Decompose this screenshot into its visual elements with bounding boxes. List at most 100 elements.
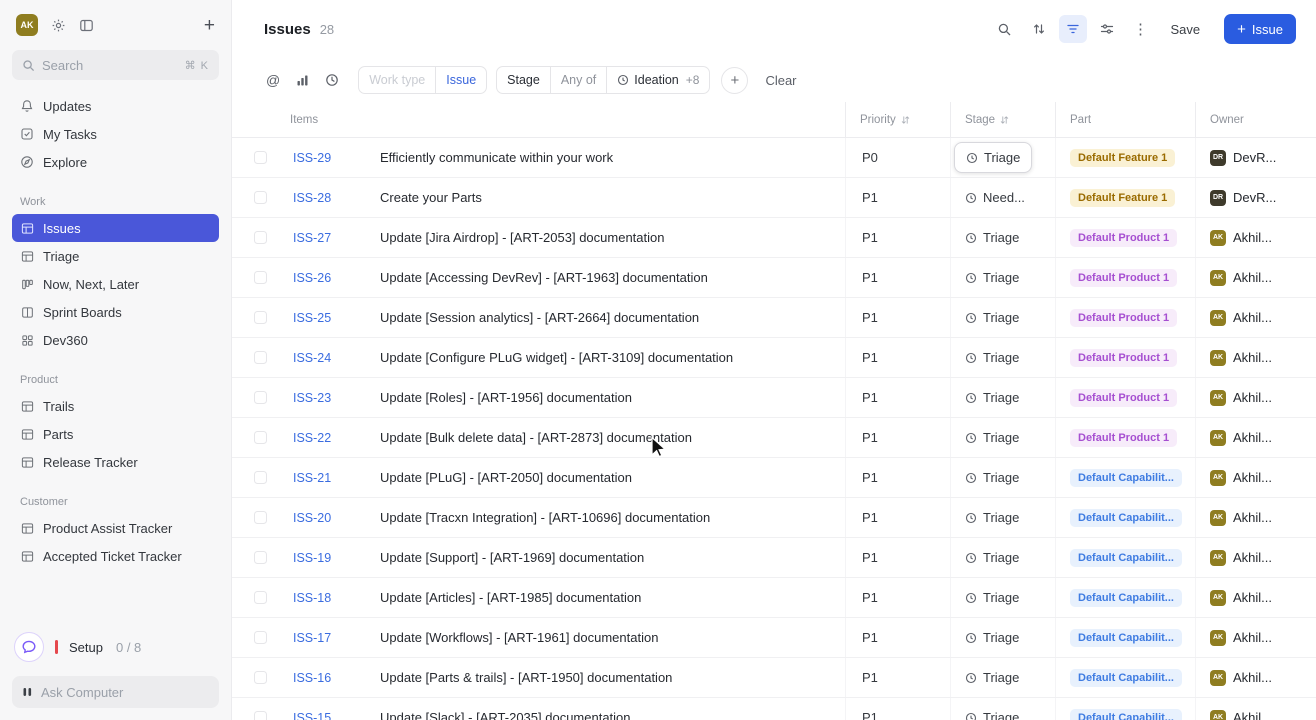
issue-owner[interactable]: AKAkhil... — [1195, 578, 1316, 617]
column-header-owner[interactable]: Owner — [1195, 102, 1316, 137]
issue-owner[interactable]: AKAkhil... — [1195, 258, 1316, 297]
stage-select[interactable]: Triage — [965, 350, 1019, 365]
part-badge[interactable]: Default Capabilit... — [1070, 509, 1182, 527]
issue-id-link[interactable]: ISS-24 — [293, 351, 331, 365]
stage-select[interactable]: Triage — [965, 470, 1019, 485]
chart-filter-icon[interactable] — [296, 74, 309, 87]
issue-priority[interactable]: P1 — [845, 658, 950, 697]
issue-title[interactable]: Update [Support] - [ART-1969] documentat… — [380, 538, 845, 577]
table-row[interactable]: ISS-26 Update [Accessing DevRev] - [ART-1… — [232, 258, 1316, 298]
table-row[interactable]: ISS-15 Update [Slack] - [ART-2035] docume… — [232, 698, 1316, 720]
column-header-priority[interactable]: Priority — [845, 102, 950, 137]
part-badge[interactable]: Default Product 1 — [1070, 309, 1177, 327]
stage-filter-label[interactable]: Stage — [497, 67, 550, 93]
table-row[interactable]: ISS-20Update [Tracxn Integration] - [ART… — [232, 498, 1316, 538]
issue-priority[interactable]: P1 — [845, 218, 950, 257]
issue-id-link[interactable]: ISS-25 — [293, 311, 331, 325]
issue-title[interactable]: Update [Workflows] - [ART-1961] document… — [380, 618, 845, 657]
part-badge[interactable]: Default Feature 1 — [1070, 149, 1175, 167]
part-badge[interactable]: Default Capabilit... — [1070, 709, 1182, 720]
add-filter-button[interactable]: + — [721, 67, 748, 94]
issue-owner[interactable]: DRDevR... — [1195, 178, 1316, 217]
sidebar-item-sprint-boards[interactable]: Sprint Boards — [12, 298, 219, 326]
part-badge[interactable]: Default Feature 1 — [1070, 189, 1175, 207]
issue-title[interactable]: Update [Jira Airdrop] - [ART-2053] docum… — [380, 218, 845, 257]
search-box[interactable]: ⌘ K — [12, 50, 219, 80]
stage-select[interactable]: Triage — [965, 670, 1019, 685]
issue-owner[interactable]: AKAkhil... — [1195, 218, 1316, 257]
issue-title[interactable]: Update [Articles] - [ART-1985] documenta… — [380, 578, 845, 617]
stage-select[interactable]: Triage — [965, 430, 1019, 445]
issue-title[interactable]: Efficiently communicate within your work — [380, 138, 845, 177]
workspace-avatar[interactable]: AK — [16, 14, 38, 36]
issue-id-link[interactable]: ISS-20 — [293, 511, 331, 525]
setup-row[interactable]: Setup 0 / 8 — [12, 626, 219, 676]
more-options-icon[interactable]: ⋮ — [1127, 15, 1155, 43]
stage-select[interactable]: Triage — [965, 510, 1019, 525]
issue-priority[interactable]: P1 — [845, 698, 950, 720]
sidebar-item-trails[interactable]: Trails — [12, 392, 219, 420]
issue-title[interactable]: Create your Parts — [380, 178, 845, 217]
sidebar-item-now-next-later[interactable]: Now, Next, Later — [12, 270, 219, 298]
row-checkbox[interactable] — [254, 311, 267, 324]
issue-priority[interactable]: P1 — [845, 538, 950, 577]
ask-computer-input[interactable] — [41, 685, 209, 700]
help-chat-button[interactable] — [14, 632, 44, 662]
part-badge[interactable]: Default Product 1 — [1070, 429, 1177, 447]
issue-id-link[interactable]: ISS-16 — [293, 671, 331, 685]
stage-select[interactable]: Triage — [965, 390, 1019, 405]
sidebar-item-my-tasks[interactable]: My Tasks — [12, 120, 219, 148]
part-badge[interactable]: Default Product 1 — [1070, 229, 1177, 247]
issue-title[interactable]: Update [Slack] - [ART-2035] documentatio… — [380, 698, 845, 720]
issue-owner[interactable]: AKAkhil... — [1195, 498, 1316, 537]
table-row[interactable]: ISS-27Update [Jira Airdrop] - [ART-2053]… — [232, 218, 1316, 258]
display-settings-icon[interactable] — [1093, 15, 1121, 43]
table-row[interactable]: ISS-24Update [Configure PLuG widget] - [… — [232, 338, 1316, 378]
issue-id-link[interactable]: ISS-26 — [293, 271, 331, 285]
stage-select[interactable]: Triage — [965, 630, 1019, 645]
sidebar-item-updates[interactable]: Updates — [12, 92, 219, 120]
issue-id-link[interactable]: ISS-15 — [293, 711, 331, 720]
mention-filter-icon[interactable]: @ — [266, 72, 280, 88]
sidebar-item-dev360[interactable]: Dev360 — [12, 326, 219, 354]
save-button[interactable]: Save — [1161, 22, 1211, 37]
issue-id-link[interactable]: ISS-17 — [293, 631, 331, 645]
issue-priority[interactable]: P1 — [845, 258, 950, 297]
issue-owner[interactable]: AKAkhil... — [1195, 418, 1316, 457]
table-row[interactable]: ISS-29Efficiently communicate within you… — [232, 138, 1316, 178]
issue-priority[interactable]: P1 — [845, 498, 950, 537]
issue-owner[interactable]: AKAkhil... — [1195, 378, 1316, 417]
stage-select[interactable]: Triage — [965, 270, 1019, 285]
table-row[interactable]: ISS-17 Update [Workflows] - [ART-1961] do… — [232, 618, 1316, 658]
row-checkbox[interactable] — [254, 551, 267, 564]
sidebar-item-accepted-ticket-tracker[interactable]: Accepted Ticket Tracker — [12, 542, 219, 570]
table-row[interactable]: ISS-25Update [Session analytics] - [ART-… — [232, 298, 1316, 338]
issue-id-link[interactable]: ISS-21 — [293, 471, 331, 485]
part-badge[interactable]: Default Product 1 — [1070, 389, 1177, 407]
issue-priority[interactable]: P1 — [845, 178, 950, 217]
issue-priority[interactable]: P1 — [845, 458, 950, 497]
filter-icon[interactable] — [1059, 15, 1087, 43]
issue-owner[interactable]: AKAkhil... — [1195, 298, 1316, 337]
table-row[interactable]: ISS-28Create your PartsP1Need...Default … — [232, 178, 1316, 218]
issue-title[interactable]: Update [Roles] - [ART-1956] documentatio… — [380, 378, 845, 417]
row-checkbox[interactable] — [254, 391, 267, 404]
issue-priority[interactable]: P1 — [845, 418, 950, 457]
issue-id-link[interactable]: ISS-19 — [293, 551, 331, 565]
new-tab-plus-icon[interactable]: + — [204, 16, 215, 35]
stage-select[interactable]: Need... — [965, 190, 1025, 205]
sidebar-item-release-tracker[interactable]: Release Tracker — [12, 448, 219, 476]
table-row[interactable]: ISS-21 Update [PLuG] - [ART-2050] documen… — [232, 458, 1316, 498]
issue-priority[interactable]: P1 — [845, 378, 950, 417]
sidebar-item-product-assist-tracker[interactable]: Product Assist Tracker — [12, 514, 219, 542]
row-checkbox[interactable] — [254, 271, 267, 284]
issue-title[interactable]: Update [PLuG] - [ART-2050] documentation — [380, 458, 845, 497]
stage-select[interactable]: Triage — [965, 310, 1019, 325]
stage-select[interactable]: Triage — [965, 550, 1019, 565]
search-input[interactable] — [42, 58, 178, 73]
part-badge[interactable]: Default Capabilit... — [1070, 589, 1182, 607]
row-checkbox[interactable] — [254, 231, 267, 244]
issue-title[interactable]: Update [Accessing DevRev] - [ART-1963] d… — [380, 258, 845, 297]
issue-owner[interactable]: AKAkhil... — [1195, 338, 1316, 377]
issue-priority[interactable]: P1 — [845, 618, 950, 657]
